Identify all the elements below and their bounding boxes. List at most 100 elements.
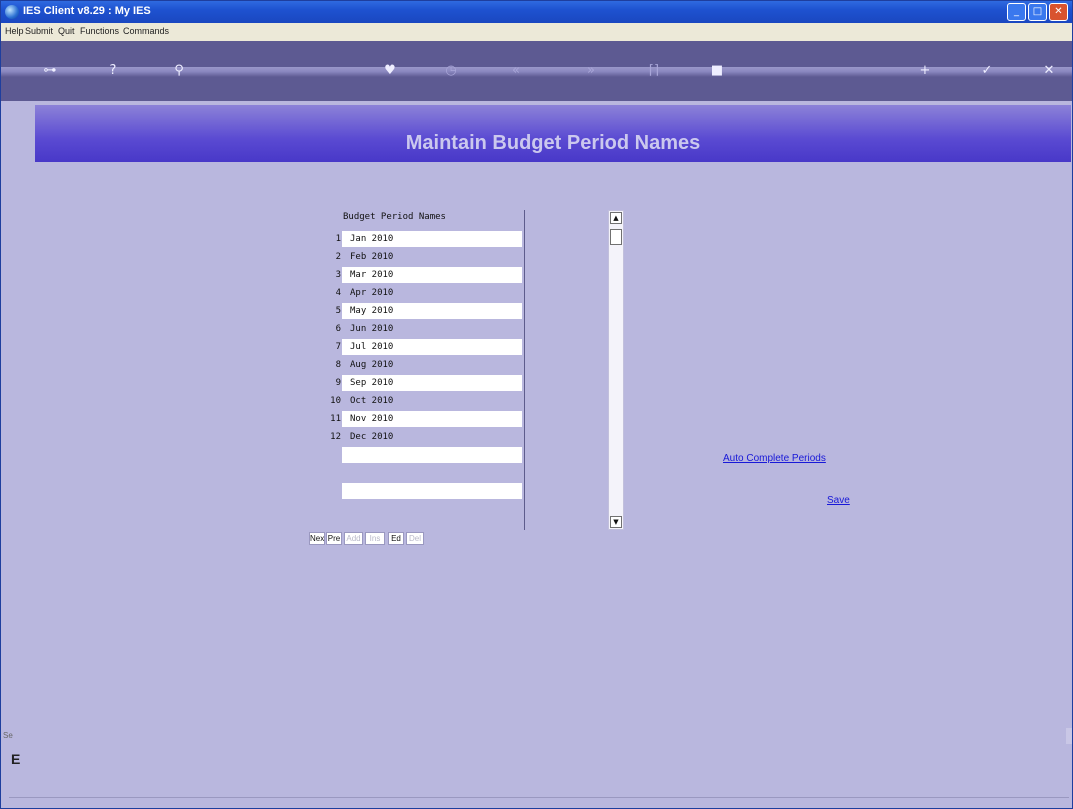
- period-name-cell[interactable]: [342, 447, 522, 463]
- previous-button[interactable]: Pre: [326, 532, 342, 545]
- maximize-button[interactable]: □: [1028, 3, 1047, 21]
- period-name-cell[interactable]: Jun 2010: [342, 321, 522, 337]
- table-row[interactable]: 7 Jul 2010: [309, 338, 523, 356]
- menu-submit[interactable]: Submit: [25, 26, 53, 36]
- table-row[interactable]: 5 May 2010: [309, 302, 523, 320]
- auto-complete-periods-link[interactable]: Auto Complete Periods: [723, 453, 826, 464]
- period-name-cell[interactable]: Sep 2010: [342, 375, 522, 391]
- table-row[interactable]: 12 Dec 2010: [309, 428, 523, 446]
- key-icon[interactable]: ⊶: [35, 63, 65, 79]
- search-icon[interactable]: ⚲: [171, 63, 187, 79]
- table-row[interactable]: 2 Feb 2010: [309, 248, 523, 266]
- row-number: 10: [330, 396, 341, 406]
- table-row[interactable]: 9 Sep 2010: [309, 374, 523, 392]
- period-name-value: Aug 2010: [350, 360, 394, 370]
- menu-help[interactable]: Help: [5, 26, 24, 36]
- table-row[interactable]: 8 Aug 2010: [309, 356, 523, 374]
- period-name-value: Oct 2010: [350, 396, 394, 406]
- table-row[interactable]: [309, 500, 523, 518]
- period-name-value: Feb 2010: [350, 252, 394, 262]
- check-icon[interactable]: ✓: [979, 63, 995, 79]
- delete-button[interactable]: Del: [406, 532, 424, 545]
- period-name-cell[interactable]: Nov 2010: [342, 411, 522, 427]
- period-name-cell[interactable]: Mar 2010: [342, 267, 522, 283]
- period-name-cell[interactable]: [342, 465, 522, 481]
- menu-quit[interactable]: Quit: [58, 26, 75, 36]
- period-name-value: Mar 2010: [350, 270, 394, 280]
- save-link[interactable]: Save: [827, 495, 850, 506]
- side-panel: Se E: [3, 729, 25, 799]
- scroll-thumb[interactable]: [610, 229, 622, 245]
- table-row[interactable]: 10 Oct 2010: [309, 392, 523, 410]
- table-row[interactable]: [309, 464, 523, 482]
- row-number: 12: [330, 432, 341, 442]
- period-name-cell[interactable]: Jan 2010: [342, 231, 522, 247]
- table-row[interactable]: [309, 446, 523, 464]
- table-row[interactable]: 1 Jan 2010: [309, 230, 523, 248]
- insert-button[interactable]: Ins: [365, 532, 385, 545]
- forward-icon[interactable]: »: [583, 63, 599, 79]
- row-number: 8: [335, 360, 341, 370]
- plus-icon[interactable]: +: [917, 63, 933, 79]
- period-name-cell[interactable]: Apr 2010: [342, 285, 522, 301]
- period-name-cell[interactable]: Aug 2010: [342, 357, 522, 373]
- period-name-value: Jan 2010: [350, 234, 394, 244]
- table-row[interactable]: 3 Mar 2010: [309, 266, 523, 284]
- row-number: 11: [330, 414, 341, 424]
- menu-functions[interactable]: Functions: [80, 26, 119, 36]
- row-number: 1: [335, 234, 341, 244]
- close-icon[interactable]: ✕: [1041, 63, 1057, 79]
- period-name-value: Nov 2010: [350, 414, 394, 424]
- period-name-cell[interactable]: Dec 2010: [342, 429, 522, 445]
- app-window: IES Client v8.29 : My IES _ □ ✕ Help Sub…: [0, 0, 1073, 809]
- scroll-down-icon[interactable]: ▼: [610, 516, 622, 528]
- table-row[interactable]: 6 Jun 2010: [309, 320, 523, 338]
- table-row[interactable]: [309, 482, 523, 500]
- row-number: 7: [335, 342, 341, 352]
- period-name-value: Jun 2010: [350, 324, 394, 334]
- page-header: Maintain Budget Period Names: [35, 105, 1071, 162]
- toolbar: ⊶ ? ⚲ ♥ ◷ « » ⌈⌉ ■ + ✓ ✕: [1, 41, 1072, 101]
- row-number: 2: [335, 252, 341, 262]
- toolbar-band: [1, 67, 1072, 77]
- page-title: Maintain Budget Period Names: [405, 132, 701, 154]
- rewind-icon[interactable]: «: [508, 63, 524, 79]
- status-divider: [9, 797, 1069, 798]
- right-edge-tab: [1066, 728, 1072, 744]
- close-window-button[interactable]: ✕: [1049, 3, 1068, 21]
- clock-icon[interactable]: ◷: [443, 63, 459, 79]
- vertical-scrollbar[interactable]: ▲ ▼: [608, 210, 624, 530]
- period-name-value: Apr 2010: [350, 288, 394, 298]
- row-number: 5: [335, 306, 341, 316]
- minimize-button[interactable]: _: [1007, 3, 1026, 21]
- side-panel-label: Se: [3, 731, 13, 740]
- period-name-cell[interactable]: Oct 2010: [342, 393, 522, 409]
- stop-icon[interactable]: ■: [709, 63, 725, 79]
- side-panel-glyph: E: [11, 751, 21, 767]
- period-name-cell[interactable]: [342, 483, 522, 499]
- period-names-grid: Budget Period Names 1 Jan 2010 2 Feb 2010 3 M…: [309, 210, 525, 530]
- title-bar[interactable]: IES Client v8.29 : My IES _ □ ✕: [1, 1, 1072, 23]
- bookmark-icon[interactable]: ⌈⌉: [645, 63, 663, 79]
- column-header: Budget Period Names: [343, 212, 446, 222]
- period-name-value: May 2010: [350, 306, 394, 316]
- period-name-cell[interactable]: Jul 2010: [342, 339, 522, 355]
- period-name-cell[interactable]: May 2010: [342, 303, 522, 319]
- app-icon: [5, 5, 19, 19]
- row-number: 6: [335, 324, 341, 334]
- add-button[interactable]: Add: [344, 532, 363, 545]
- period-name-cell[interactable]: Feb 2010: [342, 249, 522, 265]
- help-icon[interactable]: ?: [105, 63, 121, 79]
- menu-bar: Help Submit Quit Functions Commands: [1, 23, 1072, 42]
- next-button[interactable]: Nex: [309, 532, 325, 545]
- row-number: 4: [335, 288, 341, 298]
- period-name-cell[interactable]: [342, 501, 522, 517]
- edit-button[interactable]: Ed: [388, 532, 404, 545]
- table-row[interactable]: 4 Apr 2010: [309, 284, 523, 302]
- row-number: 3: [335, 270, 341, 280]
- menu-commands[interactable]: Commands: [123, 26, 169, 36]
- table-row[interactable]: 11 Nov 2010: [309, 410, 523, 428]
- heart-icon[interactable]: ♥: [381, 63, 399, 79]
- scroll-up-icon[interactable]: ▲: [610, 212, 622, 224]
- period-name-value: Dec 2010: [350, 432, 394, 442]
